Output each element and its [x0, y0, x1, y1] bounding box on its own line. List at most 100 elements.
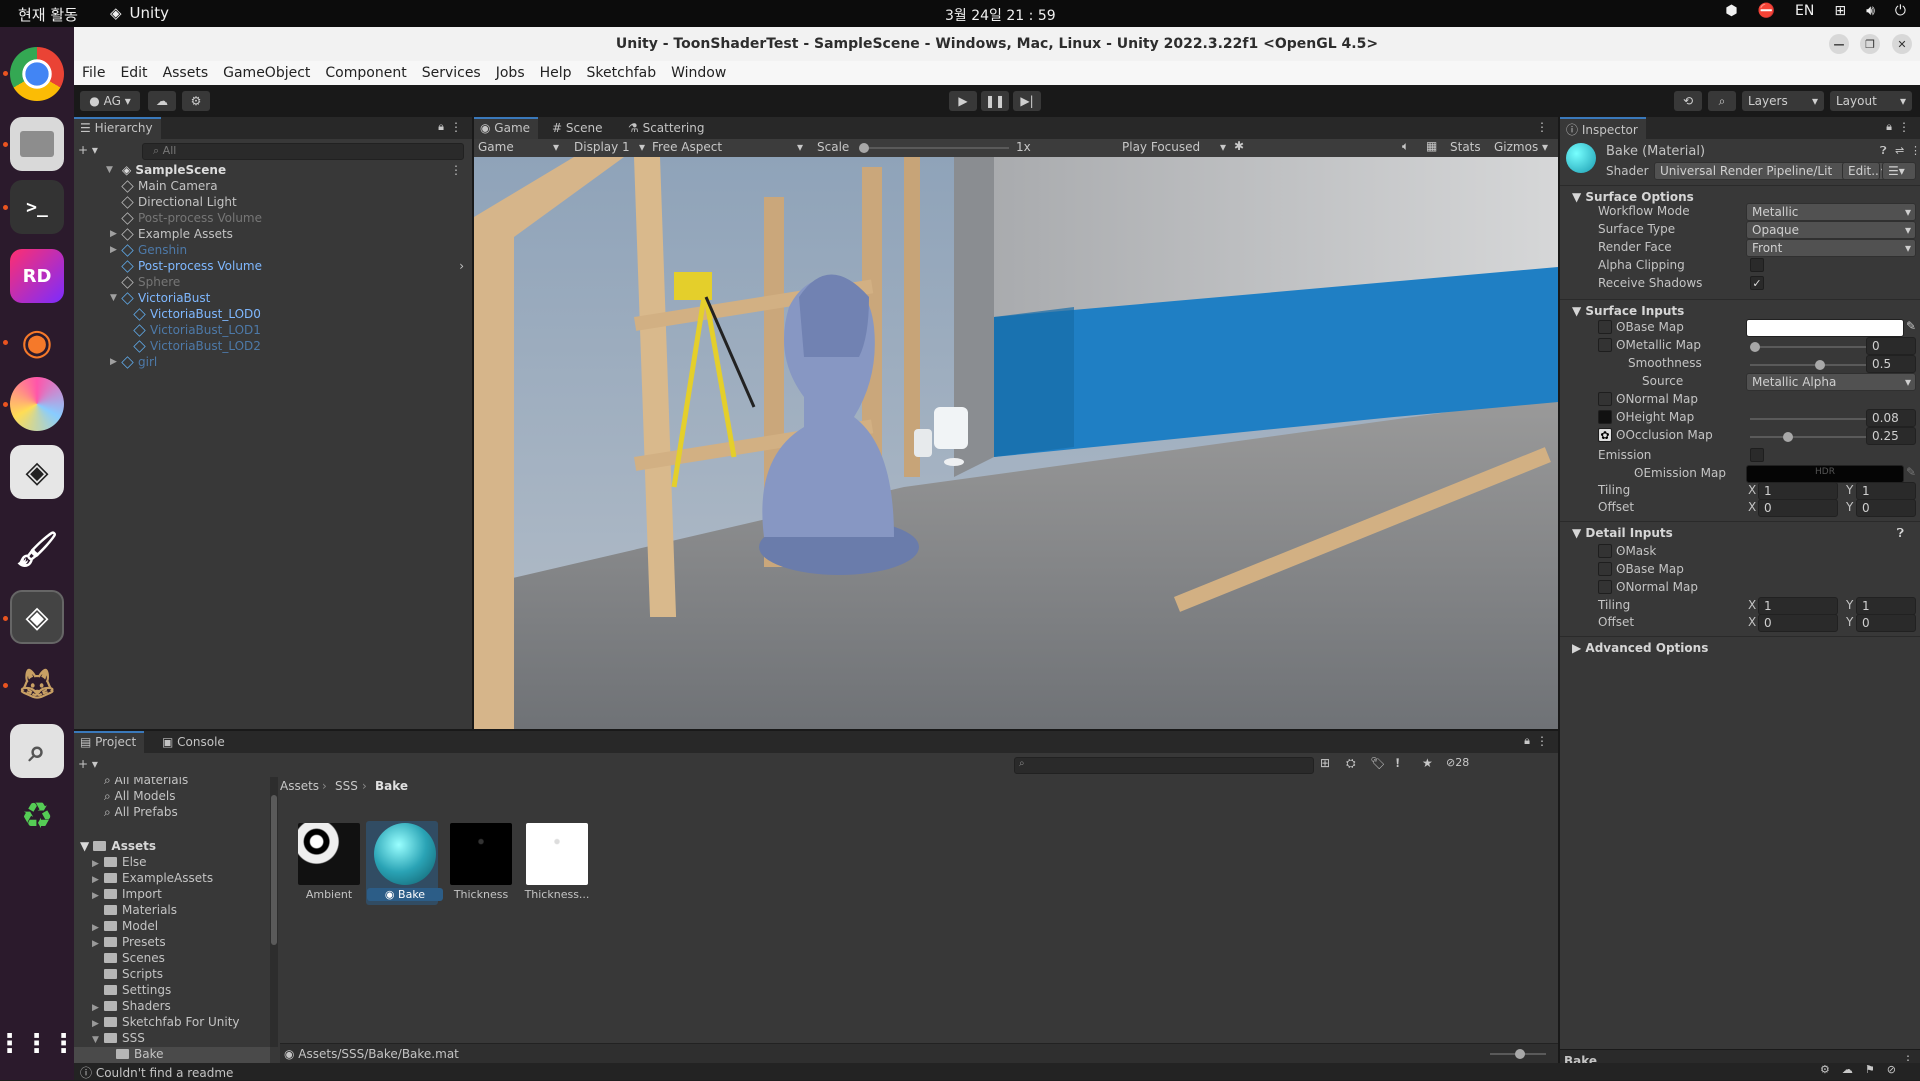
metallic-slider-handle[interactable]	[1750, 342, 1760, 352]
game-render[interactable]	[474, 157, 1558, 729]
type-filter-icon[interactable]: ⛭	[1346, 756, 1356, 771]
folder-item[interactable]: Scenes	[92, 951, 270, 967]
offset-x-input[interactable]: 0	[1758, 499, 1838, 517]
hierarchy-row[interactable]: ▶ girl	[74, 355, 472, 371]
tab-inspector[interactable]: ⓘ Inspector	[1560, 117, 1646, 139]
chrome-icon[interactable]	[10, 47, 64, 101]
play-button[interactable]: ▶	[949, 91, 977, 111]
aspect-dropdown[interactable]: Free Aspect ▾	[652, 140, 803, 154]
tab-scattering[interactable]: ⚗ Scattering	[622, 117, 712, 139]
tiling-x-input[interactable]: 1	[1758, 482, 1838, 500]
breadcrumb-sss[interactable]: SSS	[335, 779, 358, 793]
menu-jobs[interactable]: Jobs	[496, 65, 525, 81]
folder-item[interactable]: ▶ Import	[92, 887, 270, 903]
layers-dropdown[interactable]: Layers ▾	[1742, 91, 1824, 111]
menu-gameobject[interactable]: GameObject	[223, 65, 310, 81]
shader-menu-button[interactable]: ☰▾	[1882, 162, 1916, 180]
favorite-item[interactable]: ⌕ All Materials	[104, 777, 188, 789]
tab-console[interactable]: ▣ Console	[156, 731, 233, 753]
favorite-item[interactable]: ⌕ All Prefabs	[104, 805, 178, 821]
source-dropdown[interactable]: Metallic Alpha ▾	[1746, 373, 1916, 391]
menu-file[interactable]: File	[82, 65, 105, 81]
inspector-lock-icon[interactable]: 🔒︎	[1886, 120, 1892, 134]
game-dropdown[interactable]: Game ▾	[478, 140, 559, 154]
gimp-icon[interactable]: 🦊︎	[10, 657, 64, 711]
menu-assets[interactable]: Assets	[163, 65, 209, 81]
tiling-y-input[interactable]: 1	[1856, 482, 1916, 500]
filter-icon[interactable]: ⊞	[1320, 756, 1330, 770]
occlusion-value-input[interactable]: 0.25	[1866, 427, 1916, 445]
collab-icon[interactable]: ⚙	[182, 91, 210, 111]
scale-slider-handle[interactable]	[859, 143, 869, 153]
kebab-icon[interactable]: ⋮	[450, 120, 462, 134]
folder-item[interactable]: Materials	[92, 903, 270, 919]
scale-slider[interactable]	[864, 147, 1009, 149]
hierarchy-row[interactable]: Sphere	[74, 275, 472, 291]
scene-row[interactable]: ▼ ◈ SampleScene ⋮	[74, 163, 472, 179]
occlusion-map-slot[interactable]: ✿	[1598, 428, 1612, 442]
tab-project[interactable]: ▤ Project	[74, 731, 145, 753]
rider-icon[interactable]: RD	[10, 249, 64, 303]
hierarchy-row[interactable]: Post-process Volume ›	[74, 259, 472, 275]
emission-checkbox[interactable]	[1750, 448, 1764, 462]
base-map-slot[interactable]	[1598, 320, 1612, 334]
create-button[interactable]: + ▾	[78, 143, 98, 157]
app-menu[interactable]: ◈ Unity	[110, 4, 169, 22]
detail-offset-y-input[interactable]: 0	[1856, 614, 1916, 632]
folder-item[interactable]: Settings	[92, 983, 270, 999]
metallic-map-slot[interactable]	[1598, 338, 1612, 352]
scene-kebab-icon[interactable]: ⋮	[450, 163, 462, 177]
account-dropdown[interactable]: ● AG ▾	[80, 91, 140, 111]
unity-hub-icon[interactable]: ◈	[10, 445, 64, 499]
menu-component[interactable]: Component	[325, 65, 406, 81]
detail-inputs-header[interactable]: ▼ Detail Inputs ❓︎	[1560, 521, 1920, 543]
favorite-item[interactable]: ⌕ All Models	[104, 789, 176, 805]
lock-icon[interactable]: 🔒︎	[438, 120, 444, 134]
detail-normal-map-slot[interactable]	[1598, 580, 1612, 594]
project-lock-icon[interactable]: 🔒︎	[1524, 734, 1530, 748]
dnd-icon[interactable]: ⛔	[1758, 3, 1775, 19]
maximize-icon[interactable]: ❐	[1860, 34, 1880, 54]
clock[interactable]: 3월 24일 21 : 59	[945, 5, 1056, 25]
paint-brush-icon[interactable]: 🖌︎	[10, 523, 64, 577]
menu-sketchfab[interactable]: Sketchfab	[587, 65, 657, 81]
offset-y-input[interactable]: 0	[1856, 499, 1916, 517]
expand-arrow-icon[interactable]: ▶	[110, 357, 117, 367]
cloud-icon[interactable]: ☁	[148, 91, 176, 111]
hierarchy-row[interactable]: Main Camera	[74, 179, 472, 195]
folder-item[interactable]: ▶ Sketchfab For Unity	[92, 1015, 270, 1031]
network-icon[interactable]: ⊞	[1834, 3, 1846, 19]
search-icon[interactable]: ⌕	[1708, 91, 1736, 111]
system-tray[interactable]: ⬢ ⛔ EN ⊞ 🔊︎ ⏻	[1725, 3, 1906, 19]
chevron-right-icon[interactable]: ›	[459, 259, 464, 273]
folder-item[interactable]: ▶ ExampleAssets	[92, 871, 270, 887]
bug-icon[interactable]: ✱	[1234, 139, 1244, 153]
app-grid-icon[interactable]: ⋮⋮⋮	[0, 1017, 77, 1071]
receive-shadows-checkbox[interactable]: ✓	[1750, 276, 1764, 290]
asset-bake-thumbnail[interactable]	[374, 823, 436, 885]
blender-icon[interactable]: ◉	[10, 315, 64, 369]
trash-icon[interactable]: ♻	[10, 789, 64, 843]
hierarchy-row[interactable]: Directional Light	[74, 195, 472, 211]
asset-thickness-2-thumbnail[interactable]	[526, 823, 588, 885]
folder-item[interactable]: ▶ Shaders	[92, 999, 270, 1015]
volume-icon[interactable]: 🔊︎	[1866, 3, 1875, 19]
project-search-input[interactable]: ⌕	[1014, 757, 1314, 774]
hierarchy-row[interactable]: Post-process Volume	[74, 211, 472, 227]
eyedropper-icon[interactable]: ✎	[1906, 319, 1916, 333]
mask-slot[interactable]	[1598, 544, 1612, 558]
status-icons[interactable]: ⚙☁⚑⊘	[1820, 1063, 1908, 1076]
detail-help-icon[interactable]: ❓︎	[1897, 526, 1904, 541]
grid-icon[interactable]: ▦	[1426, 139, 1437, 153]
advanced-options-header[interactable]: ▶ Advanced Options	[1560, 636, 1920, 658]
play-mode-dropdown[interactable]: Play Focused ▾	[1122, 140, 1226, 154]
pause-button[interactable]: ❚❚	[981, 91, 1009, 111]
surface-option-dropdown[interactable]: Opaque ▾	[1746, 221, 1916, 239]
hierarchy-row[interactable]: VictoriaBust_LOD2	[74, 339, 472, 355]
folder-item[interactable]: ▶ Else	[92, 855, 270, 871]
close-icon[interactable]: ✕	[1892, 34, 1912, 54]
tree-scrollbar-thumb[interactable]	[271, 795, 277, 945]
asset-bake-label[interactable]: ◉ Bake	[367, 888, 443, 901]
menu-services[interactable]: Services	[422, 65, 481, 81]
tab-hierarchy[interactable]: ☰ Hierarchy	[74, 117, 161, 139]
